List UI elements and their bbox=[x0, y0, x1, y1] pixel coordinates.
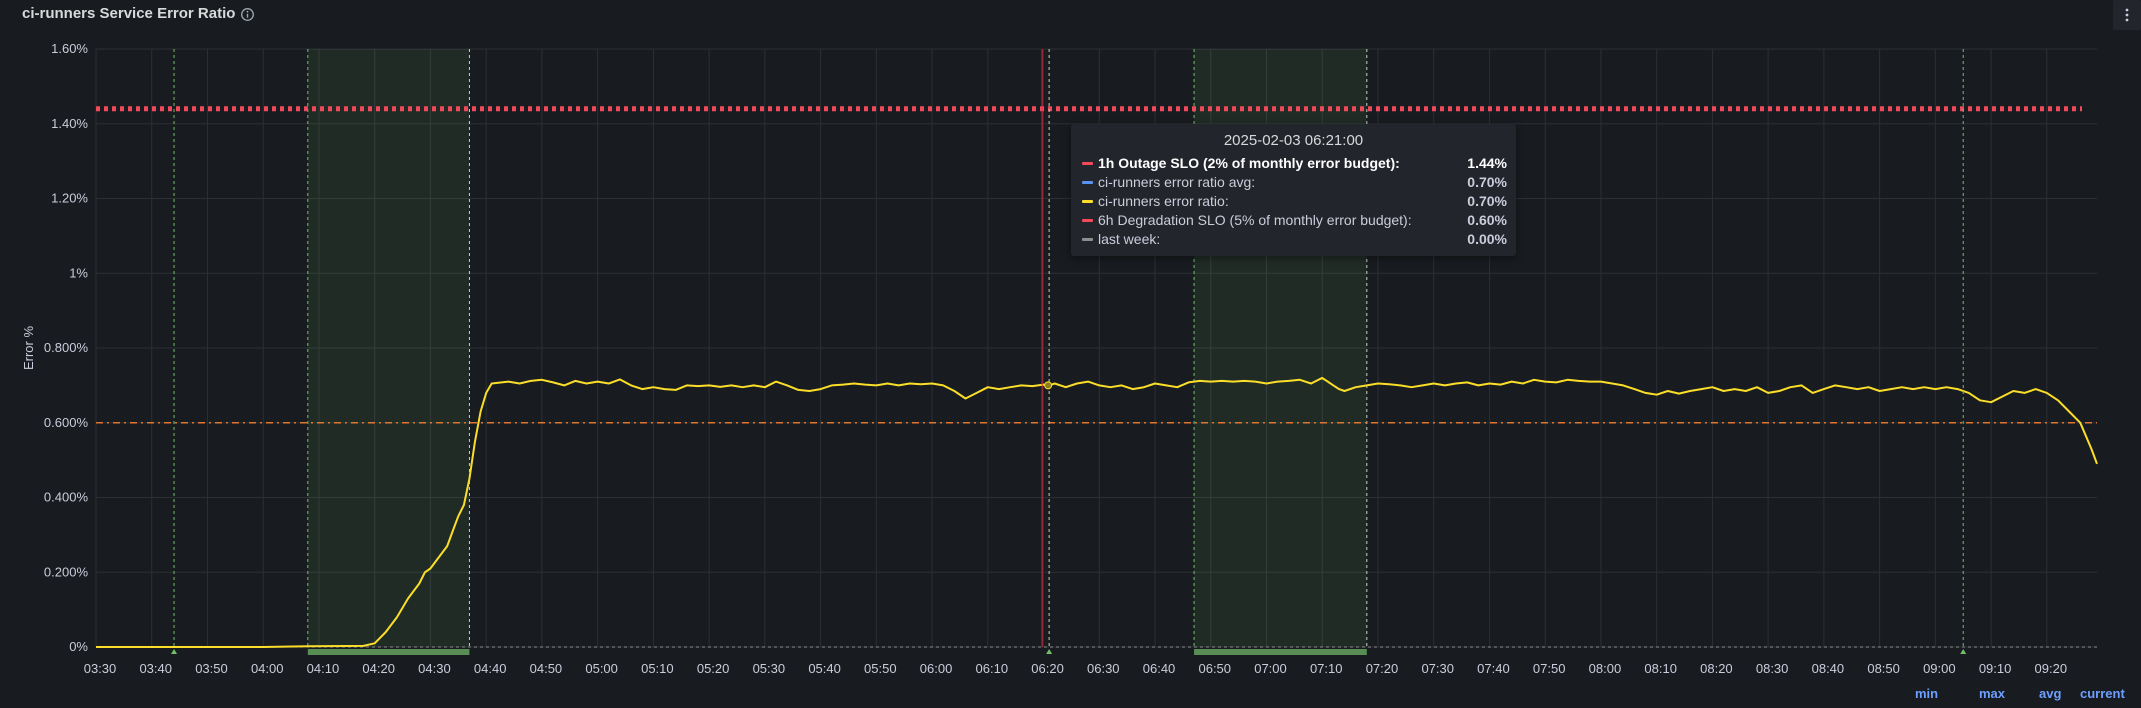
legend-sort-min[interactable]: min bbox=[1915, 686, 1938, 701]
annotation-region bbox=[307, 49, 470, 647]
x-tick-label: 08:30 bbox=[1756, 661, 1789, 676]
tooltip-row: ci-runners error ratio avg: 0.70% bbox=[1082, 173, 1507, 191]
annotation-region-marker[interactable] bbox=[1194, 649, 1367, 655]
x-tick-label: 06:10 bbox=[976, 661, 1009, 676]
y-tick-label: 1.20% bbox=[51, 191, 88, 206]
x-tick-label: 07:40 bbox=[1477, 661, 1510, 676]
tooltip-series-swatch bbox=[1082, 200, 1093, 203]
annotation-region-marker[interactable] bbox=[307, 649, 470, 655]
x-tick-label: 09:10 bbox=[1979, 661, 2012, 676]
x-tick-label: 07:00 bbox=[1254, 661, 1287, 676]
x-tick-label: 06:50 bbox=[1198, 661, 1231, 676]
x-tick-label: 03:30 bbox=[84, 661, 117, 676]
x-tick-label: 05:10 bbox=[641, 661, 674, 676]
y-tick-label: 0% bbox=[69, 639, 88, 654]
tooltip-row: 6h Degradation SLO (5% of monthly error … bbox=[1082, 211, 1507, 229]
x-tick-label: 04:50 bbox=[530, 661, 563, 676]
vertical-ellipsis-icon bbox=[2125, 8, 2129, 22]
y-tick-label: 1.40% bbox=[51, 116, 88, 131]
annotation-marker[interactable] bbox=[171, 649, 178, 654]
annotation-marker[interactable] bbox=[1046, 649, 1053, 654]
x-tick-label: 08:50 bbox=[1867, 661, 1900, 676]
error-ratio-chart[interactable]: 0% 0.200% 0.400% 0.600% 0.800% 1% 1.20% 1.40% 1.… bbox=[0, 0, 2141, 708]
tooltip-series-label: 6h Degradation SLO (5% of monthly error … bbox=[1098, 212, 1412, 228]
tooltip-series-swatch bbox=[1082, 181, 1093, 184]
x-tick-label: 04:00 bbox=[251, 661, 284, 676]
tooltip-series-label: ci-runners error ratio: bbox=[1098, 193, 1229, 209]
y-tick-label: 1.60% bbox=[51, 41, 88, 56]
x-tick-label: 06:20 bbox=[1031, 661, 1064, 676]
x-tick-label: 09:20 bbox=[2035, 661, 2068, 676]
x-tick-label: 08:00 bbox=[1589, 661, 1622, 676]
x-tick-label: 07:30 bbox=[1421, 661, 1454, 676]
x-tick-label: 05:00 bbox=[585, 661, 618, 676]
y-tick-label: 0.200% bbox=[44, 564, 89, 579]
x-tick-label: 05:40 bbox=[808, 661, 841, 676]
tooltip-row: 1h Outage SLO (2% of monthly error budge… bbox=[1082, 154, 1507, 172]
x-tick-label: 04:20 bbox=[362, 661, 395, 676]
annotation-marker[interactable] bbox=[1960, 649, 1967, 654]
x-tick-label: 04:30 bbox=[418, 661, 451, 676]
x-tick-label: 07:50 bbox=[1533, 661, 1566, 676]
tooltip-series-value: 0.70% bbox=[1467, 193, 1507, 209]
y-tick-label: 1% bbox=[69, 265, 88, 280]
y-tick-label: 0.800% bbox=[44, 340, 89, 355]
legend-sort-links: min max avg current bbox=[1900, 685, 2140, 703]
x-tick-label: 08:20 bbox=[1700, 661, 1733, 676]
chart-panel: 0% 0.200% 0.400% 0.600% 0.800% 1% 1.20% 1.40% 1.… bbox=[0, 0, 2141, 708]
panel-menu-button[interactable] bbox=[2113, 0, 2141, 30]
x-tick-label: 08:40 bbox=[1812, 661, 1845, 676]
x-tick-label: 05:30 bbox=[753, 661, 786, 676]
tooltip-timestamp: 2025-02-03 06:21:00 bbox=[1223, 132, 1364, 149]
x-tick-label: 07:10 bbox=[1310, 661, 1343, 676]
x-tick-label: 06:40 bbox=[1143, 661, 1176, 676]
tooltip-series-label: ci-runners error ratio avg: bbox=[1098, 174, 1256, 190]
x-tick-label: 08:10 bbox=[1644, 661, 1677, 676]
legend-sort-max[interactable]: max bbox=[1979, 686, 2005, 701]
legend-sort-avg[interactable]: avg bbox=[2039, 686, 2061, 701]
y-axis-title: Error % bbox=[21, 326, 36, 371]
x-tick-label: 04:10 bbox=[307, 661, 340, 676]
tooltip-series-label: 1h Outage SLO (2% of monthly error budge… bbox=[1098, 155, 1400, 171]
tooltip-series-value: 0.70% bbox=[1467, 174, 1507, 190]
x-tick-label: 05:50 bbox=[864, 661, 897, 676]
info-circle-icon[interactable] bbox=[240, 7, 255, 22]
panel-title: ci-runners Service Error Ratio bbox=[22, 5, 236, 22]
x-tick-label: 06:00 bbox=[920, 661, 953, 676]
tooltip-series-swatch bbox=[1082, 238, 1093, 241]
x-tick-label: 04:40 bbox=[474, 661, 507, 676]
y-tick-label: 0.400% bbox=[44, 490, 89, 505]
x-tick-label: 09:00 bbox=[1923, 661, 1956, 676]
x-tick-label: 06:30 bbox=[1087, 661, 1120, 676]
x-tick-label: 03:50 bbox=[195, 661, 228, 676]
chart-tooltip: 2025-02-03 06:21:00 1h Outage SLO (2% of… bbox=[1071, 124, 1516, 256]
tooltip-series-swatch bbox=[1082, 162, 1093, 165]
x-tick-label: 05:20 bbox=[697, 661, 730, 676]
legend-sort-current[interactable]: current bbox=[2080, 686, 2125, 701]
x-tick-label: 07:20 bbox=[1366, 661, 1399, 676]
tooltip-series-value: 0.00% bbox=[1467, 231, 1507, 247]
x-tick-label: 03:40 bbox=[139, 661, 172, 676]
tooltip-series-label: last week: bbox=[1098, 231, 1161, 247]
hover-point bbox=[1044, 381, 1053, 390]
tooltip-series-swatch bbox=[1082, 219, 1093, 222]
tooltip-series-value: 0.60% bbox=[1467, 212, 1507, 228]
panel-header: ci-runners Service Error Ratio bbox=[0, 0, 2141, 32]
tooltip-row: last week: 0.00% bbox=[1082, 230, 1507, 248]
tooltip-series-value: 1.44% bbox=[1467, 155, 1507, 171]
tooltip-row: ci-runners error ratio: 0.70% bbox=[1082, 192, 1507, 210]
y-tick-label: 0.600% bbox=[44, 415, 89, 430]
